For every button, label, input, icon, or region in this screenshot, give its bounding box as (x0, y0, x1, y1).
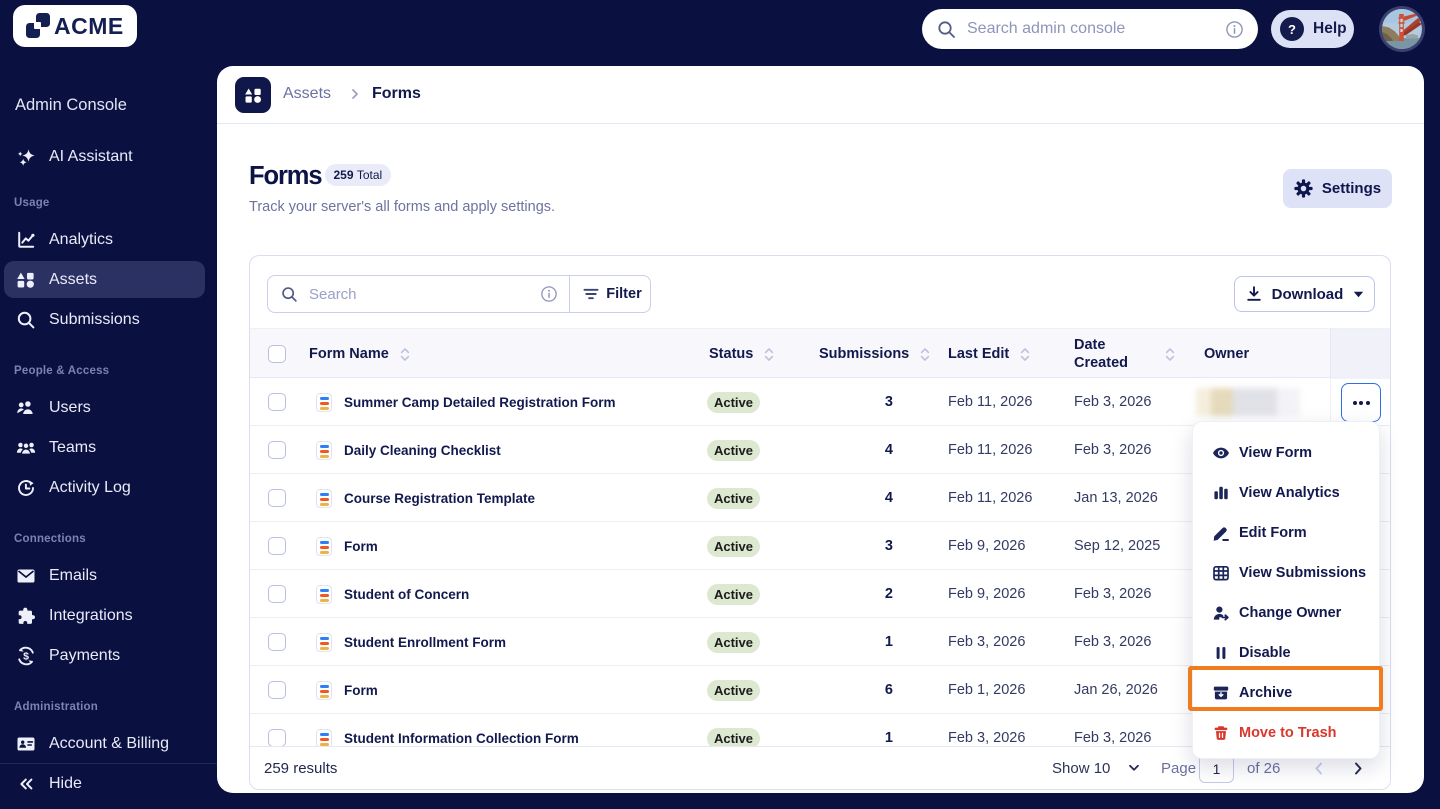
svg-text:$: $ (23, 651, 29, 663)
